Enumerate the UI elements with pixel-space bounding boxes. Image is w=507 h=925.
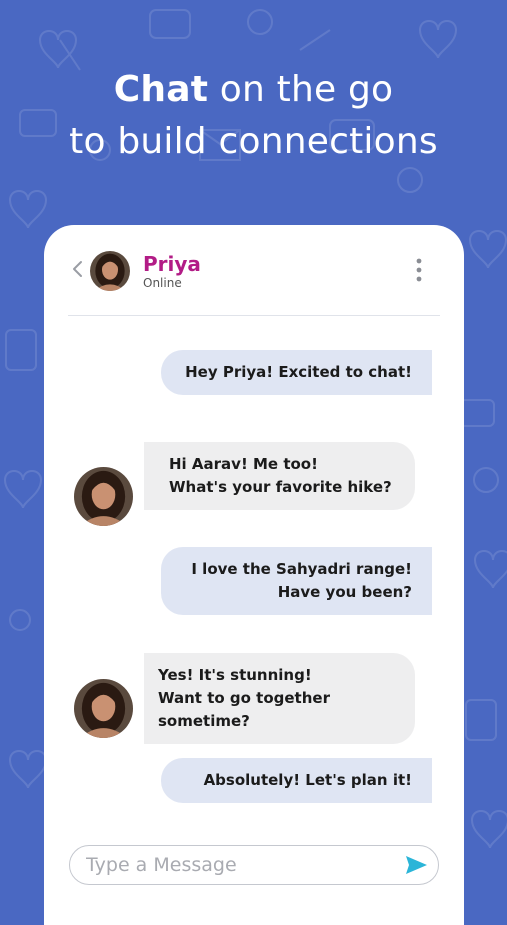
headline-rest: on the go: [208, 69, 394, 110]
more-vertical-icon[interactable]: [412, 257, 426, 283]
message-bubble-sent: Absolutely! Let's plan it!: [161, 758, 432, 803]
send-icon[interactable]: [404, 854, 428, 876]
message-bubble-sent: I love the Sahyadri range! Have you been…: [161, 547, 432, 615]
message-input[interactable]: [86, 851, 386, 879]
chat-header: Priya Online: [44, 225, 464, 317]
message-text: Hi Aarav! Me too!: [169, 455, 318, 473]
contact-name: Priya: [143, 252, 201, 276]
message-bubble-received: Yes! It's stunning! Want to go together …: [144, 653, 415, 744]
sender-avatar[interactable]: [74, 467, 133, 526]
message-text: I love the Sahyadri range!: [191, 560, 412, 578]
message-text: Yes! It's stunning!: [158, 666, 312, 684]
message-text: Have you been?: [277, 583, 412, 601]
message-bubble-sent: Hey Priya! Excited to chat!: [161, 350, 432, 395]
phone-screen: Priya Online Hey Priya! Excited to chat!…: [44, 225, 464, 925]
chevron-left-icon[interactable]: [70, 259, 86, 279]
message-text: What's your favorite hike?: [169, 478, 392, 496]
headline-bold: Chat: [113, 69, 209, 110]
message-composer: [69, 845, 439, 885]
contact-status: Online: [143, 276, 182, 290]
header-divider: [68, 315, 440, 316]
message-text: Hey Priya! Excited to chat!: [185, 363, 412, 381]
headline-line-2: to build connections: [69, 121, 438, 162]
message-bubble-received: Hi Aarav! Me too! What's your favorite h…: [144, 442, 415, 510]
headline-line-1: Chat on the go: [0, 64, 507, 116]
sender-avatar[interactable]: [74, 679, 133, 738]
contact-avatar[interactable]: [90, 251, 130, 291]
message-text: Absolutely! Let's plan it!: [203, 771, 412, 789]
headline: Chat on the go to build connections: [0, 64, 507, 168]
message-text: Want to go together sometime?: [158, 689, 330, 730]
